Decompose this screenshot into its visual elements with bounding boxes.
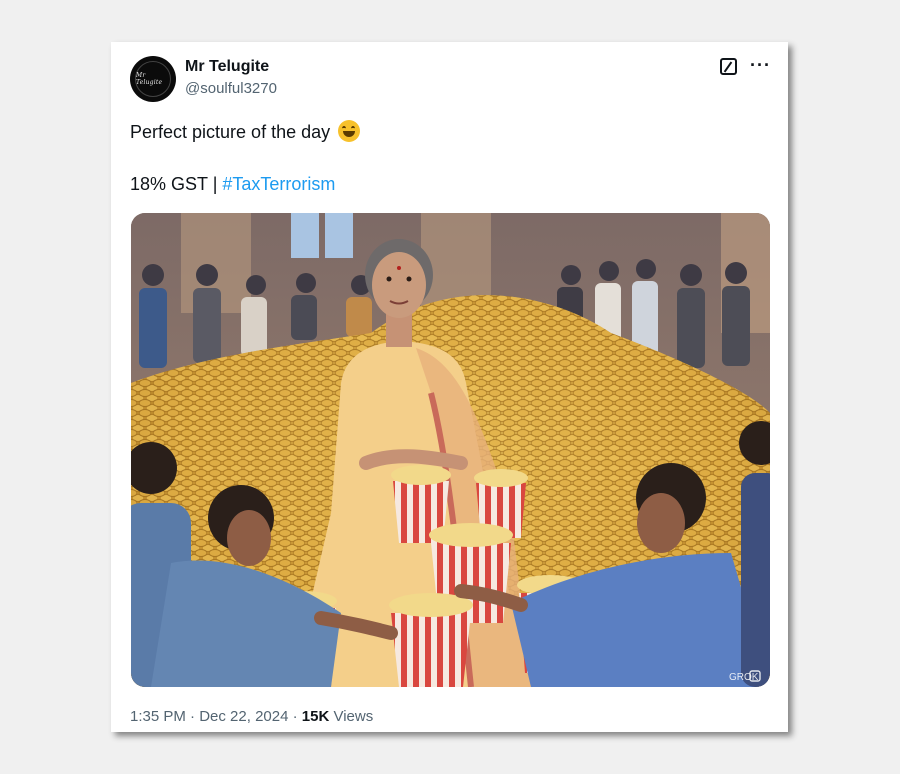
post-text: Perfect picture of the day (130, 122, 331, 142)
hashtag-link[interactable]: #TaxTerrorism (222, 174, 335, 194)
post-time[interactable]: 1:35 PM (130, 708, 186, 725)
grinning-face-icon (338, 120, 361, 142)
grok-icon[interactable] (720, 58, 737, 75)
author-handle[interactable]: @soulful3270 (185, 80, 277, 97)
meta-separator: · (288, 708, 302, 725)
post-text-line2: 18% GST | #TaxTerrorism (130, 174, 335, 195)
avatar-logo: Mr Telugite (135, 61, 171, 97)
tweet-card[interactable]: Mr Telugite Mr Telugite @soulful3270 ···… (111, 42, 788, 732)
post-image[interactable]: GROK (131, 213, 770, 687)
post-text-line1: Perfect picture of the day (130, 120, 361, 143)
post-meta: 1:35 PM · Dec 22, 2024 · 15K Views (130, 708, 373, 725)
author-name[interactable]: Mr Telugite (185, 58, 269, 76)
post-image-illustration: GROK (131, 213, 770, 687)
avatar[interactable]: Mr Telugite (130, 56, 176, 102)
more-icon[interactable]: ··· (750, 55, 771, 76)
views-label: Views (329, 708, 374, 725)
meta-separator: · (185, 708, 200, 725)
post-text-prefix: 18% GST | (130, 174, 223, 194)
views-count: 15K (301, 708, 330, 725)
post-date[interactable]: Dec 22, 2024 (199, 708, 288, 725)
